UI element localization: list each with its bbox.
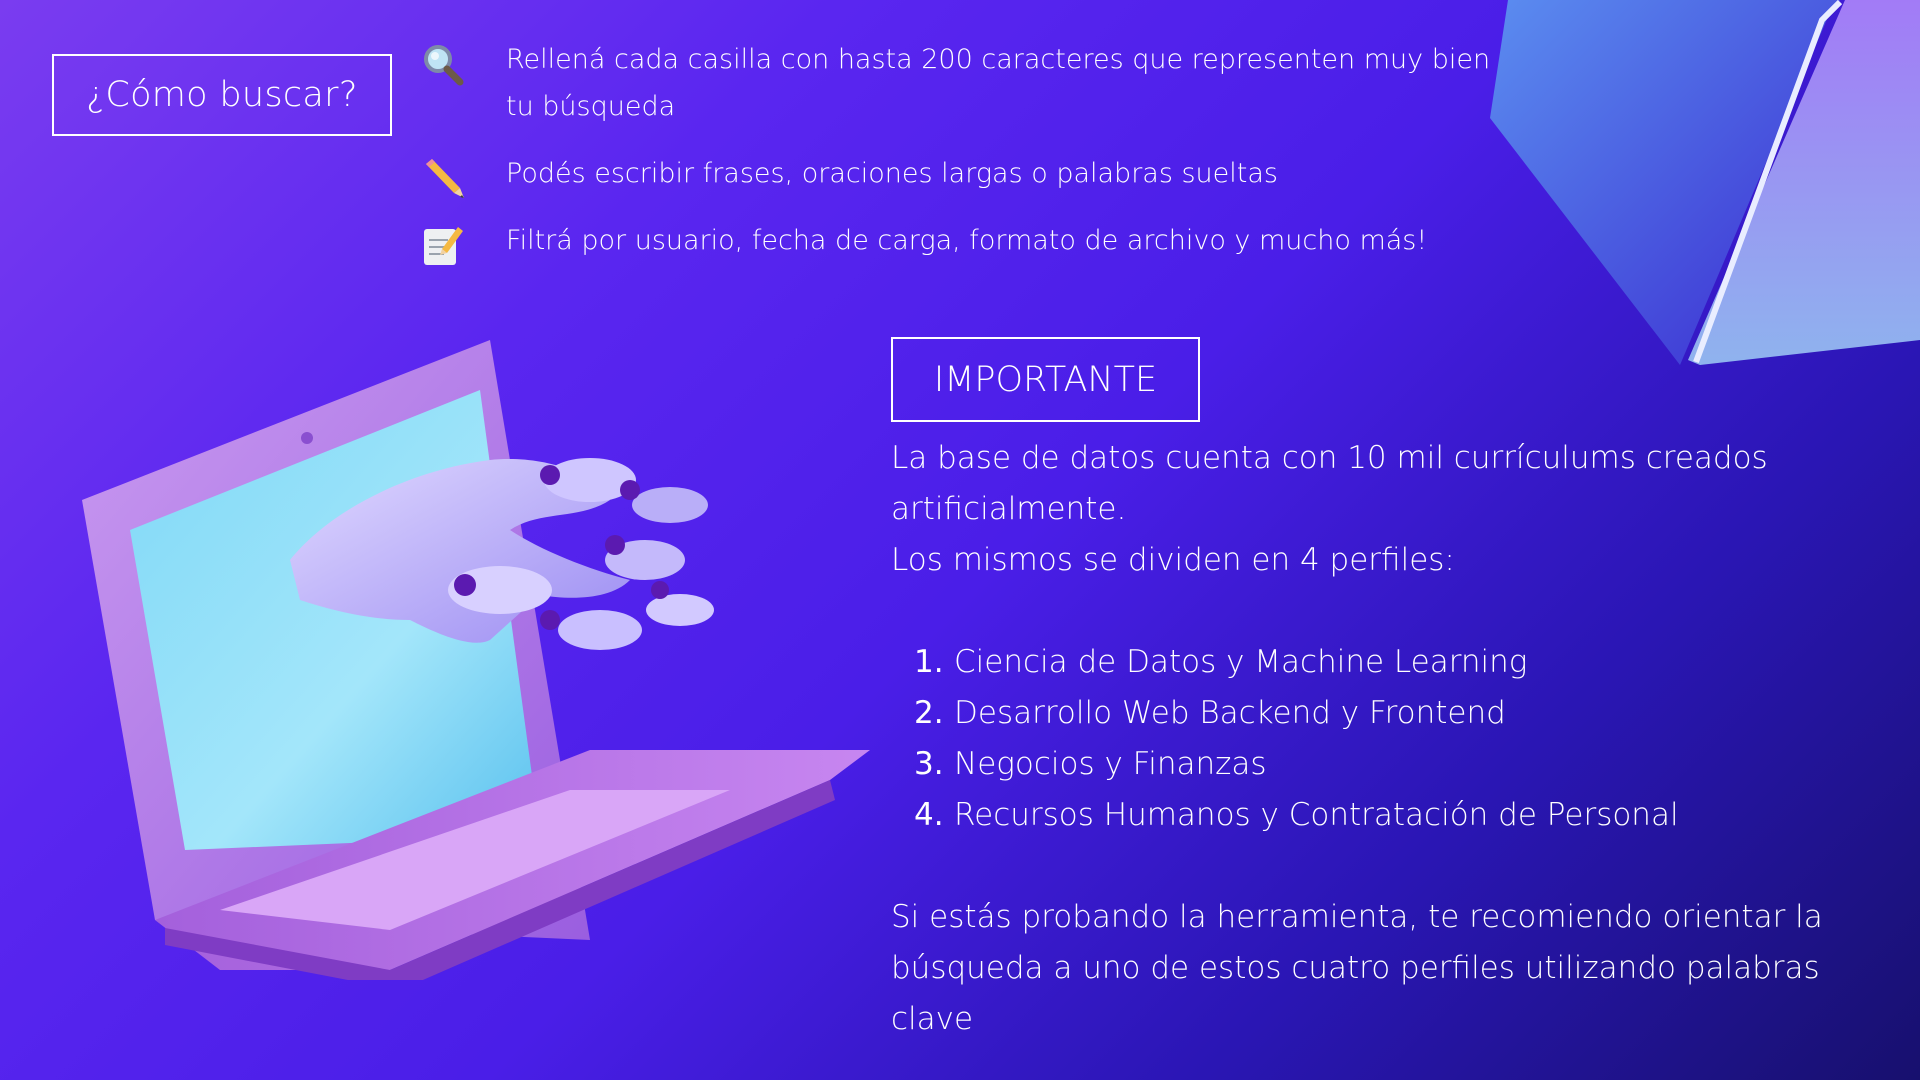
- cube-decoration: [1490, 0, 1920, 365]
- tip-item: Podés escribir frases, oraciones largas …: [420, 150, 1510, 198]
- intro-text: La base de datos cuenta con 10 mil currí…: [891, 440, 1768, 527]
- intro-text: Los mismos se dividen en 4 perfiles:: [891, 542, 1455, 578]
- list-item: Recursos Humanos y Contratación de Perso…: [914, 790, 1679, 841]
- important-heading: IMPORTANTE: [891, 337, 1200, 422]
- laptop-robot-hand-illustration: [82, 340, 870, 980]
- list-item: Ciencia de Datos y Machine Learning: [914, 637, 1528, 688]
- memo-icon: [424, 227, 463, 265]
- tips-list: Rellená cada casilla con hasta 200 carac…: [420, 36, 1510, 265]
- tip-text: Rellená cada casilla con hasta 200 carac…: [506, 44, 1491, 122]
- important-content: La base de datos cuenta con 10 mil currí…: [891, 433, 1881, 1045]
- tip-item: Rellená cada casilla con hasta 200 carac…: [420, 36, 1510, 130]
- recommendation-text: Si estás probando la herramienta, te rec…: [891, 899, 1823, 1037]
- page-title: ¿Cómo buscar?: [52, 54, 392, 136]
- tip-text: Filtrá por usuario, fecha de carga, form…: [506, 225, 1428, 256]
- profiles-list: Ciencia de Datos y Machine Learning Desa…: [891, 637, 1881, 841]
- list-item: Negocios y Finanzas: [914, 739, 1267, 790]
- list-item: Desarrollo Web Backend y Frontend: [914, 688, 1506, 739]
- tip-item: Filtrá por usuario, fecha de carga, form…: [420, 217, 1510, 265]
- tip-text: Podés escribir frases, oraciones largas …: [506, 158, 1278, 189]
- pencil-icon: [426, 159, 464, 198]
- magnifier-icon: [424, 45, 464, 86]
